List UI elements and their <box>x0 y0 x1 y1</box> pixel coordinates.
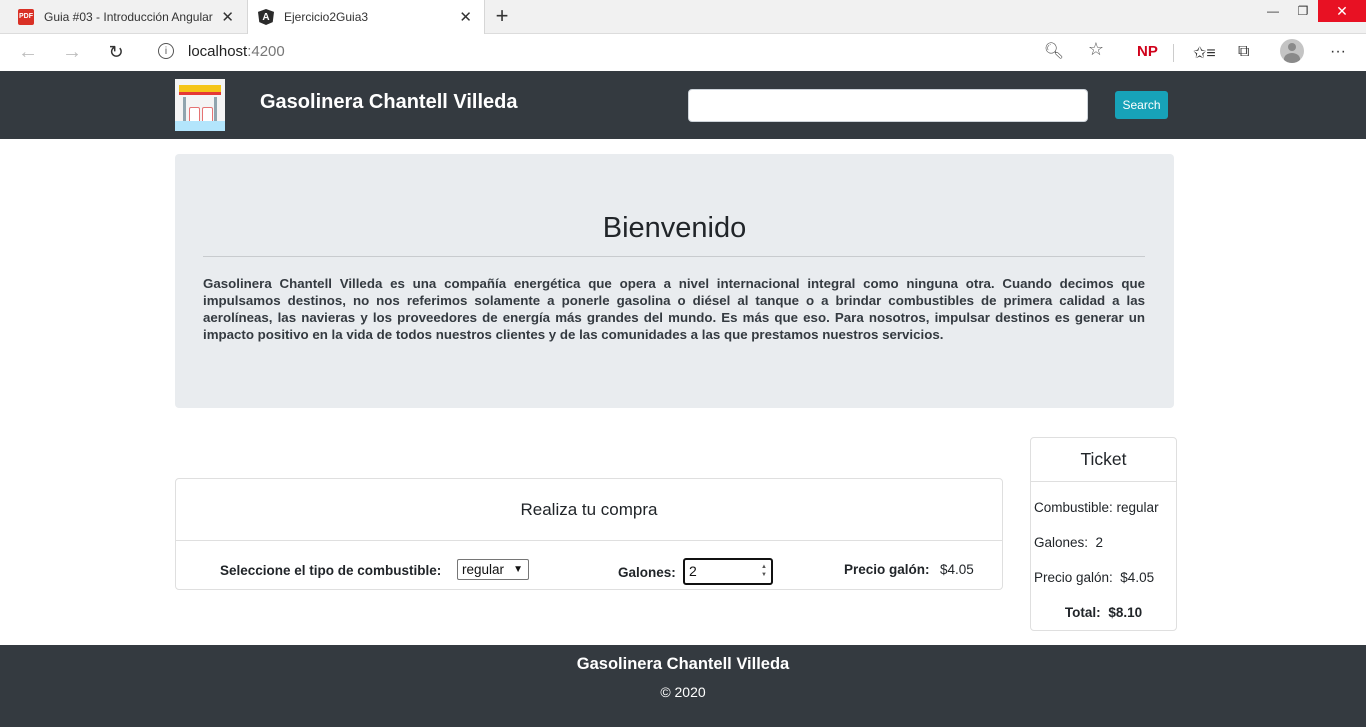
browser-tab-ejercicio[interactable]: A Ejercicio2Guia3 ✕ <box>247 0 485 34</box>
favorite-star-icon[interactable]: ☆ <box>1088 39 1104 60</box>
url-text: localhost:4200 <box>188 42 285 60</box>
collections-icon[interactable]: ⧉ <box>1238 43 1249 61</box>
price-label: Precio galón: <box>844 562 930 577</box>
new-tab-icon[interactable]: + <box>492 3 512 29</box>
tab-title: Ejercicio2Guia3 <box>284 10 369 24</box>
search-input[interactable] <box>688 89 1088 122</box>
browser-tab-guia[interactable]: PDF Guia #03 - Introducción Angular ✕ <box>0 0 246 33</box>
window-close-icon[interactable]: ✕ <box>1318 0 1366 22</box>
gallons-input[interactable]: 2 ▲ ▼ <box>683 558 773 585</box>
logo-ground <box>175 121 225 131</box>
gas-station-logo[interactable] <box>175 79 225 131</box>
pdf-icon: PDF <box>18 8 34 25</box>
info-icon[interactable]: i <box>158 43 174 59</box>
ticket-fuel: Combustible: regular <box>1034 500 1159 515</box>
favorites-icon[interactable]: ✩≡ <box>1193 43 1216 63</box>
spinner-arrows-icon[interactable]: ▲ ▼ <box>761 563 767 579</box>
ticket-price: Precio galón: $4.05 <box>1034 570 1155 585</box>
footer-title: Gasolinera Chantell Villeda <box>576 655 790 673</box>
footer-copyright: © 2020 <box>660 684 706 700</box>
purchase-card: Realiza tu compra Seleccione el tipo de … <box>175 478 1003 590</box>
page-footer: Gasolinera Chantell Villeda © 2020 <box>0 645 1366 727</box>
close-icon[interactable]: ✕ <box>459 8 472 26</box>
welcome-description: Gasolinera Chantell Villeda es una compa… <box>203 276 1145 342</box>
ticket-total-value: $8.10 <box>1108 605 1143 620</box>
logo-pillar <box>214 97 217 121</box>
close-icon[interactable]: ✕ <box>221 8 234 26</box>
fuel-type-select[interactable]: regular ▼ <box>457 559 529 580</box>
ticket-total-label: Total: <box>1064 605 1101 620</box>
more-menu-icon[interactable]: ··· <box>1330 43 1346 61</box>
ticket-total: Total: $8.10 <box>1031 605 1176 620</box>
search-button[interactable]: Search <box>1115 91 1168 119</box>
tab-title: Guia #03 - Introducción Angular <box>44 9 213 24</box>
reload-icon[interactable]: ↻ <box>104 40 128 64</box>
url-field[interactable]: i localhost:4200 🔍︎ ☆ <box>144 36 1116 66</box>
welcome-title: Bienvenido <box>602 212 747 244</box>
forward-icon[interactable]: → <box>60 40 84 64</box>
welcome-divider <box>203 256 1145 257</box>
navbar-brand[interactable]: Gasolinera Chantell Villeda <box>260 91 518 114</box>
profile-avatar-icon[interactable] <box>1280 39 1304 63</box>
ticket-card: Ticket Combustible: regular Galones: 2 P… <box>1030 437 1177 631</box>
price-value: $4.05 <box>940 562 974 577</box>
fuel-type-selected: regular <box>462 562 505 577</box>
app-navbar: Gasolinera Chantell Villeda Search <box>0 71 1366 139</box>
window-controls: — ❐ ✕ <box>1258 0 1366 22</box>
ticket-header: Ticket <box>1031 438 1176 482</box>
ticket-gallons: Galones: 2 <box>1034 535 1104 550</box>
logo-pillar <box>183 97 186 121</box>
restore-icon[interactable]: ❐ <box>1288 0 1318 22</box>
logo-canopy <box>179 85 221 95</box>
gallons-value: 2 <box>689 563 697 579</box>
chevron-down-icon: ▼ <box>513 564 523 575</box>
fuel-type-label: Seleccione el tipo de combustible: <box>220 563 442 578</box>
extension-np-icon[interactable]: NP <box>1137 43 1158 60</box>
zoom-icon[interactable]: 🔍︎ <box>1044 41 1064 61</box>
toolbar-separator <box>1173 44 1174 62</box>
browser-address-bar: ← → ↻ i localhost:4200 🔍︎ ☆ NP ✩≡ ⧉ ··· <box>0 34 1366 70</box>
back-icon[interactable]: ← <box>16 40 40 64</box>
purchase-card-header: Realiza tu compra <box>176 479 1002 541</box>
gallons-label: Galones: <box>618 565 676 580</box>
minimize-icon[interactable]: — <box>1258 0 1288 22</box>
angular-icon: A <box>258 9 274 25</box>
browser-tab-bar: PDF Guia #03 - Introducción Angular ✕ A … <box>0 0 1366 34</box>
welcome-jumbotron: Bienvenido Gasolinera Chantell Villeda e… <box>175 154 1174 408</box>
